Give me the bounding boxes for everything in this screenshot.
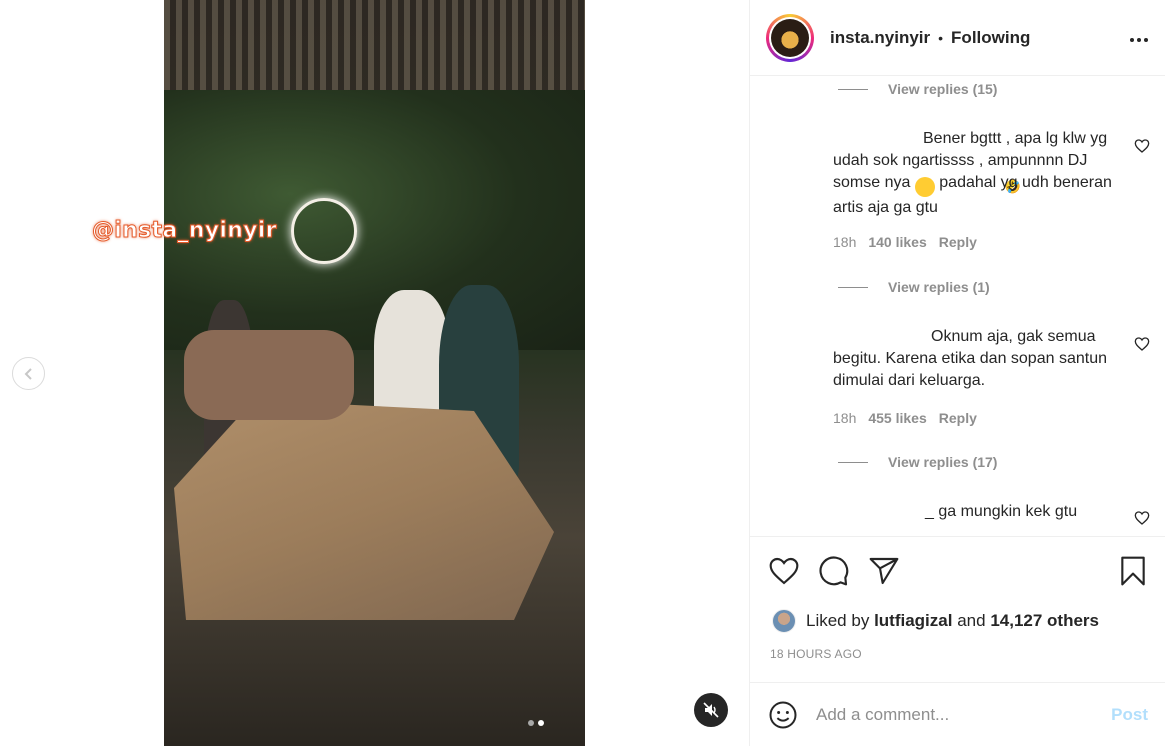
liked-and: and [957, 611, 986, 630]
comment-time: 18h [833, 234, 857, 250]
liked-by: Liked by lutfiagizal and 14,127 others [772, 609, 1099, 633]
post-header: insta.nyinyir • Following [750, 0, 1165, 76]
carousel-dot-active [538, 720, 544, 726]
comment-body: _ ga mungkin kek gtu [925, 503, 1078, 520]
view-replies-label: View replies (17) [888, 454, 998, 470]
comment-meta: 18h 455 likes Reply [833, 410, 977, 426]
liked-user-link[interactable]: lutfiagizal [874, 611, 952, 631]
video-ceiling [164, 0, 585, 90]
media-stage: @insta_nyinyir [0, 0, 749, 746]
reply-button[interactable]: Reply [939, 410, 977, 426]
view-replies-label: View replies (15) [888, 81, 998, 97]
more-icon [1130, 38, 1148, 42]
action-icons [768, 555, 900, 587]
emoji-icon[interactable] [768, 700, 798, 730]
following-button[interactable]: Following [951, 28, 1030, 48]
comments-list[interactable]: View replies (15) Bener bgttt , apa lg k… [750, 76, 1165, 536]
comment-likes[interactable]: 455 likes [868, 410, 926, 426]
header-username[interactable]: insta.nyinyir [830, 28, 930, 48]
comment-likes[interactable]: 140 likes [868, 234, 926, 250]
mute-button[interactable] [694, 693, 728, 727]
rofl-emoji-icon: 🤣 [914, 177, 1021, 197]
comment-text: Oknum aja, gak semua begitu. Karena etik… [833, 326, 1123, 392]
post-video[interactable] [164, 0, 585, 746]
post-button[interactable]: Post [1111, 705, 1148, 725]
like-comment-heart-icon[interactable] [1134, 336, 1150, 352]
liked-others-link[interactable]: 14,127 others [990, 611, 1099, 631]
more-options-button[interactable] [1129, 26, 1149, 49]
avatar[interactable] [766, 13, 814, 62]
view-replies-button[interactable]: View replies (15) [838, 81, 997, 97]
comment-text: Bener bgttt , apa lg klw yg udah sok nga… [833, 128, 1123, 219]
view-replies-button[interactable]: View replies (17) [838, 454, 997, 470]
post-actions: Liked by lutfiagizal and 14,127 others 1… [750, 536, 1165, 682]
replies-line [838, 461, 868, 463]
replies-line [838, 286, 868, 288]
liker-avatar[interactable] [772, 609, 796, 633]
previous-slide-button[interactable] [12, 357, 45, 390]
video-person [184, 330, 354, 420]
add-comment-bar: Add a comment... Post [750, 682, 1165, 746]
carousel-dots [528, 720, 544, 726]
video-watermark: @insta_nyinyir [92, 218, 278, 244]
like-heart-icon[interactable] [768, 555, 800, 587]
avatar-image [771, 18, 809, 57]
view-replies-label: View replies (1) [888, 279, 990, 295]
comment-icon[interactable] [818, 555, 850, 587]
post-sidebar: insta.nyinyir • Following View replies (… [749, 0, 1165, 746]
video-ring-light [291, 198, 357, 264]
comment-meta: 18h 140 likes Reply [833, 234, 977, 250]
replies-line [838, 88, 868, 90]
post-timestamp[interactable]: 18 HOURS AGO [770, 647, 862, 661]
comment-body: Oknum aja, gak semua begitu. Karena etik… [833, 328, 1107, 389]
share-icon[interactable] [868, 555, 900, 587]
header-separator: • [938, 29, 944, 46]
comment-input[interactable]: Add a comment... [816, 705, 1111, 725]
view-replies-button[interactable]: View replies (1) [838, 279, 990, 295]
bookmark-icon[interactable] [1118, 555, 1148, 587]
carousel-dot [528, 720, 534, 726]
liked-prefix: Liked by [806, 611, 870, 630]
like-comment-heart-icon[interactable] [1134, 138, 1150, 154]
like-comment-heart-icon[interactable] [1134, 510, 1150, 526]
chevron-left-icon [24, 367, 32, 380]
reply-button[interactable]: Reply [939, 234, 977, 250]
comment-text: _ ga mungkin kek gtu [833, 501, 1123, 523]
muted-speaker-icon [703, 702, 719, 718]
comment-time: 18h [833, 410, 857, 426]
